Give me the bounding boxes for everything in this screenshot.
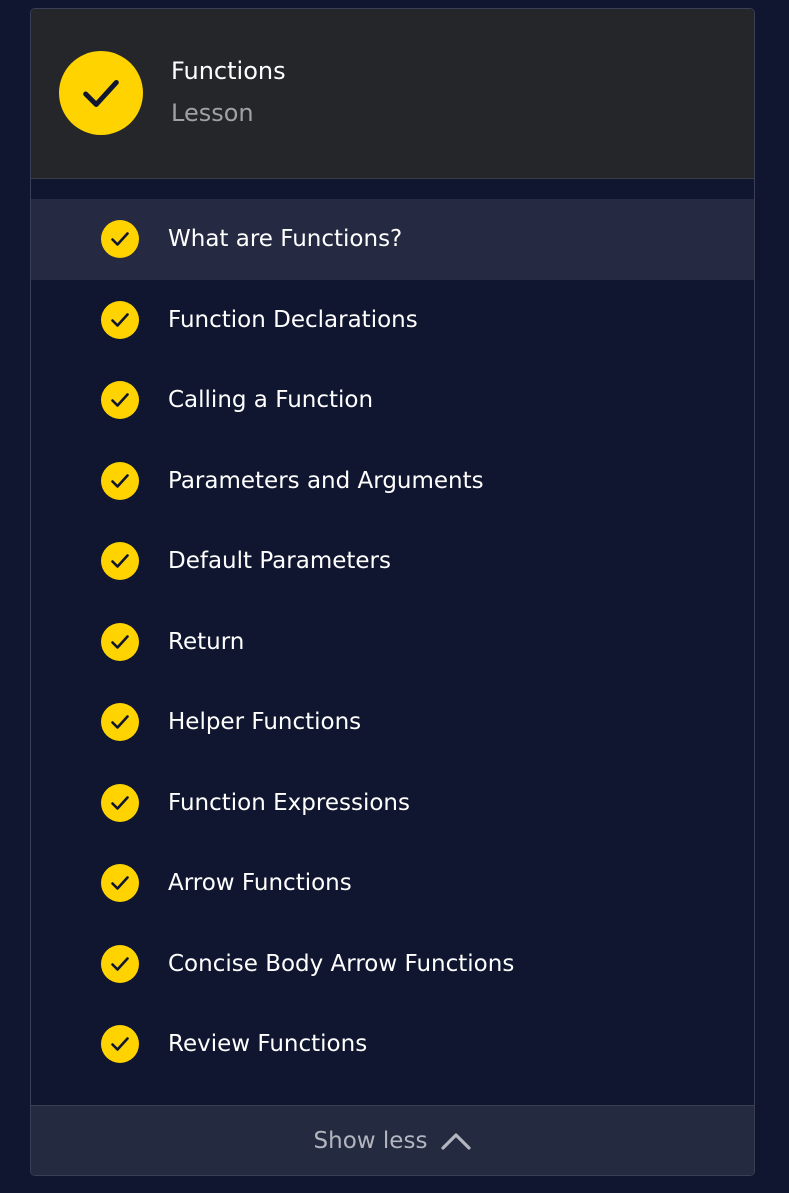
lesson-type: Lesson [171,99,254,127]
lesson-title: Functions [171,57,286,85]
exercise-list: What are Functions? Function Declaration… [31,199,754,1085]
exercise-label: Arrow Functions [168,870,352,897]
exercise-label: Review Functions [168,1031,368,1058]
exercise-item-function-declarations[interactable]: Function Declarations [31,280,754,361]
exercise-item-helper-functions[interactable]: Helper Functions [31,682,754,763]
exercise-label: Default Parameters [168,548,391,575]
check-icon [101,944,139,983]
show-less-button[interactable]: Show less [31,1105,754,1175]
exercise-item-calling-a-function[interactable]: Calling a Function [31,360,754,441]
exercise-label: Return [168,628,245,655]
exercise-label: Helper Functions [168,709,362,736]
exercise-item-what-are-functions[interactable]: What are Functions? [31,199,754,280]
check-icon [101,703,139,742]
exercise-item-concise-body-arrow-functions[interactable]: Concise Body Arrow Functions [31,924,754,1005]
exercise-item-function-expressions[interactable]: Function Expressions [31,763,754,844]
check-icon [59,51,143,135]
check-icon [101,381,139,420]
show-less-label: Show less [313,1127,428,1154]
exercise-item-return[interactable]: Return [31,602,754,683]
exercise-label: Parameters and Arguments [168,467,484,494]
check-icon [101,1025,139,1064]
exercise-label: Function Expressions [168,789,410,816]
exercise-label: What are Functions? [168,226,403,253]
check-icon [101,542,139,581]
check-icon [101,622,139,661]
exercise-item-default-parameters[interactable]: Default Parameters [31,521,754,602]
check-icon [101,783,139,822]
check-icon [101,220,139,259]
chevron-up-icon [441,1131,472,1151]
exercise-item-arrow-functions[interactable]: Arrow Functions [31,843,754,924]
exercise-label: Function Declarations [168,306,418,333]
exercise-item-review-functions[interactable]: Review Functions [31,1004,754,1085]
lesson-header: Functions Lesson [31,9,754,179]
lesson-card: Functions Lesson What are Functions? Fun… [30,8,755,1176]
check-icon [101,461,139,500]
exercise-label: Concise Body Arrow Functions [168,950,515,977]
exercise-label: Calling a Function [168,387,374,414]
exercise-item-parameters-and-arguments[interactable]: Parameters and Arguments [31,441,754,522]
check-icon [101,300,139,339]
check-icon [101,864,139,903]
